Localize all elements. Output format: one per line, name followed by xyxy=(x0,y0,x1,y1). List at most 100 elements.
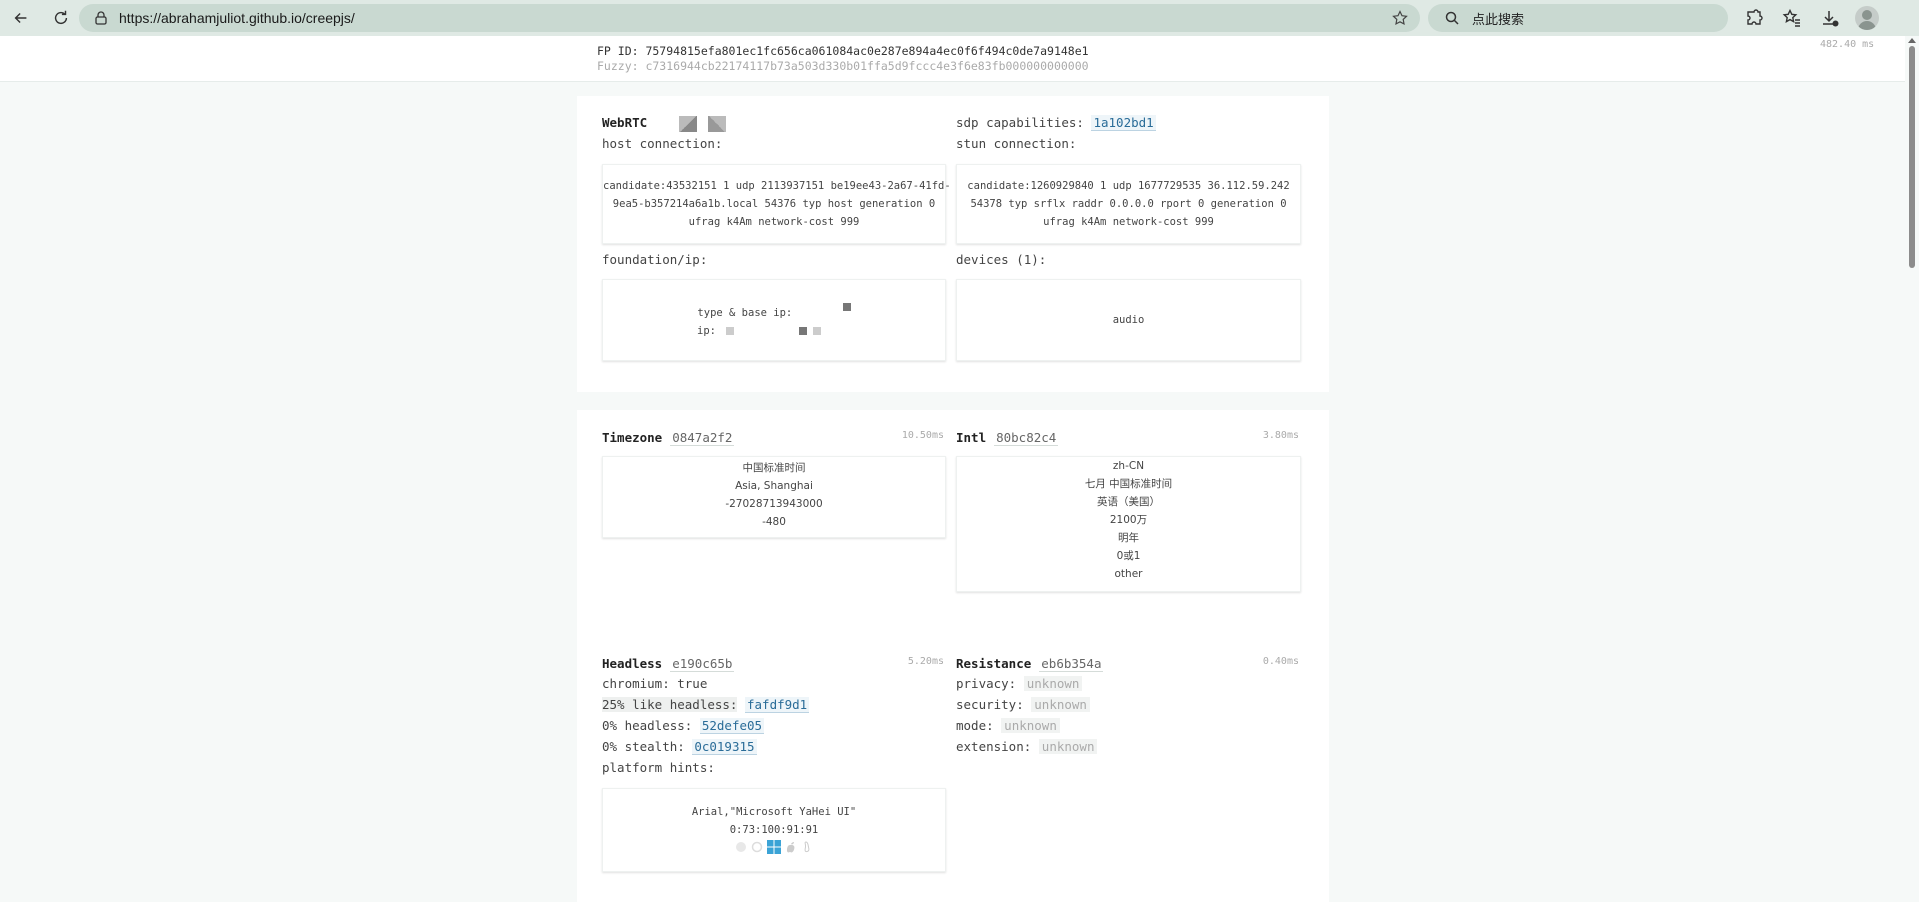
stun-candidate-line: 54378 typ srflx raddr 0.0.0.0 rport 0 ge… xyxy=(970,198,1287,210)
search-icon xyxy=(1445,11,1459,25)
intl-list: 0或1 xyxy=(1116,550,1141,562)
ip-pixel-icon xyxy=(842,303,851,311)
fuzzy-hash: Fuzzy: c7316944cb22174117b73a503d330b01f… xyxy=(597,59,1089,73)
timezone-location: Asia, Shanghai xyxy=(735,480,813,492)
devices-box: audio xyxy=(956,279,1301,361)
url-text[interactable]: https://abrahamjuliot.github.io/creepjs/ xyxy=(119,10,355,26)
platform-ratio: 0:73:100:91:91 xyxy=(729,824,819,836)
timezone-name: 中国标准时间 xyxy=(742,462,806,474)
stun-candidate-line: candidate:1260929840 1 udp 1677729535 36… xyxy=(967,180,1290,192)
privacy-row: privacy: unknown xyxy=(956,676,1083,691)
windows-icon xyxy=(767,840,781,854)
resistance-time: 0.40ms xyxy=(1262,656,1299,667)
headless-hash-link[interactable]: 52defe05 xyxy=(699,718,765,734)
search-box[interactable]: 点此搜索 xyxy=(1428,4,1728,32)
address-bar[interactable]: https://abrahamjuliot.github.io/creepjs/ xyxy=(79,4,1420,32)
ip-pixel-icon xyxy=(812,327,821,335)
headless-hash: e190c65b xyxy=(670,656,735,672)
stun-candidate-line: ufrag k4Am network-cost 999 xyxy=(1043,216,1214,228)
chromium-value: chromium: true xyxy=(602,676,708,691)
intl-title-row: Intl 80bc82c4 xyxy=(956,430,1059,446)
stun-candidate-box: candidate:1260929840 1 udp 1677729535 36… xyxy=(956,164,1301,244)
extension-row: extension: unknown xyxy=(956,739,1098,754)
back-arrow-icon xyxy=(14,12,27,24)
site-info-icon[interactable] xyxy=(93,10,109,26)
headless-title: Headless xyxy=(602,656,663,671)
scroll-up-arrow-icon[interactable] xyxy=(1908,38,1916,43)
privacy-value: unknown xyxy=(1023,676,1083,691)
webrtc-title-row: WebRTC xyxy=(602,115,727,132)
security-value: unknown xyxy=(1031,697,1090,712)
host-connection-label: host connection: xyxy=(602,136,723,151)
intl-plural: other xyxy=(1114,568,1143,580)
platform-hints-label: platform hints: xyxy=(602,760,715,775)
mode-row: mode: unknown xyxy=(956,718,1060,733)
ip-label: ip: xyxy=(697,325,716,337)
host-candidate-box: candidate:43532151 1 udp 2113937151 be19… xyxy=(602,164,951,244)
sdp-label: sdp capabilities: xyxy=(956,115,1084,130)
mode-label: mode: xyxy=(956,718,994,733)
downloads-icon[interactable] xyxy=(1820,8,1840,28)
headless-label: 0% headless: xyxy=(602,718,693,733)
sdp-hash-link[interactable]: 1a102bd1 xyxy=(1091,115,1156,131)
host-candidate-line: candidate:43532151 1 udp 2113937151 be19… xyxy=(603,180,951,192)
resistance-title-row: Resistance eb6b354a xyxy=(956,656,1104,672)
profile-avatar[interactable] xyxy=(1855,6,1879,30)
fp-id: FP ID: 75794815efa801ec1fc656ca061084ac0… xyxy=(597,44,1089,58)
security-row: security: unknown xyxy=(956,697,1090,712)
pixel-icon xyxy=(678,115,697,132)
webrtc-icons xyxy=(678,115,727,132)
timezone-time: 10.50ms xyxy=(901,430,944,441)
page-scrollbar[interactable] xyxy=(1905,36,1919,902)
sdp-row: sdp capabilities: 1a102bd1 xyxy=(956,115,1156,131)
foundation-ip-box: type & base ip: ip: xyxy=(602,279,946,361)
devices-label: devices (1): xyxy=(956,252,1047,267)
platform-icons xyxy=(603,840,945,854)
stealth-row: 0% stealth: 0c019315 xyxy=(602,739,757,755)
stealth-label: 0% stealth: xyxy=(602,739,685,754)
headless-row: 0% headless: 52defe05 xyxy=(602,718,765,734)
reload-icon xyxy=(54,10,68,25)
back-button[interactable] xyxy=(8,5,34,31)
foundation-ip-label: foundation/ip: xyxy=(602,252,708,267)
intl-language: 英语（美国） xyxy=(1097,496,1160,508)
platform-fonts: Arial,"Microsoft YaHei UI" xyxy=(691,806,857,818)
intl-number: 2100万 xyxy=(1109,514,1148,526)
android-icon xyxy=(736,842,746,852)
headless-time: 5.20ms xyxy=(907,656,944,667)
timezone-title-row: Timezone 0847a2f2 xyxy=(602,430,735,446)
favorite-star-icon[interactable] xyxy=(1392,10,1408,26)
timezone-intl-section: Timezone 0847a2f2 10.50ms 中国标准时间 Asia, Sh… xyxy=(577,410,1329,654)
like-headless-row: 25% like headless: fafdf9d1 xyxy=(602,697,810,713)
webrtc-section: WebRTC host connection: candidate:435321… xyxy=(577,96,1329,392)
like-headless-label: 25% like headless: xyxy=(602,697,738,712)
headless-title-row: Headless e190c65b xyxy=(602,656,735,672)
type-base-ip-label: type & base ip: xyxy=(697,307,793,319)
device-audio: audio xyxy=(1112,314,1145,326)
security-label: security: xyxy=(956,697,1024,712)
stun-connection-label: stun connection: xyxy=(956,136,1077,151)
host-candidate-line: 9ea5-b357214a6a1b.local 54376 typ host g… xyxy=(612,198,936,210)
apple-icon xyxy=(786,842,795,853)
timezone-title: Timezone xyxy=(602,430,663,445)
stealth-hash-link[interactable]: 0c019315 xyxy=(692,739,757,755)
resistance-hash: eb6b354a xyxy=(1039,656,1104,672)
ip-pixel-icon xyxy=(798,327,807,335)
search-placeholder: 点此搜索 xyxy=(1472,12,1525,28)
intl-hash: 80bc82c4 xyxy=(994,430,1059,446)
scrollbar-thumb[interactable] xyxy=(1909,46,1915,268)
intl-time: 3.80ms xyxy=(1262,430,1299,441)
extensions-icon[interactable] xyxy=(1744,8,1764,28)
like-headless-hash-link[interactable]: fafdf9d1 xyxy=(745,697,810,713)
timezone-box: 中国标准时间 Asia, Shanghai -27028713943000 -4… xyxy=(602,456,946,538)
favorites-icon[interactable] xyxy=(1782,8,1802,28)
resistance-title: Resistance xyxy=(956,656,1032,671)
headless-resistance-section: Headless e190c65b 5.20ms chromium: true 2… xyxy=(577,638,1329,902)
intl-title: Intl xyxy=(956,430,987,445)
reload-button[interactable] xyxy=(48,5,74,31)
pixel-icon xyxy=(708,115,727,132)
ip-pixel-icon xyxy=(726,327,735,335)
privacy-label: privacy: xyxy=(956,676,1017,691)
intl-box: zh-CN 七月 中国标准时间 英语（美国） 2100万 明年 0或1 othe… xyxy=(956,456,1301,592)
total-time: 482.40 ms xyxy=(1820,39,1875,50)
